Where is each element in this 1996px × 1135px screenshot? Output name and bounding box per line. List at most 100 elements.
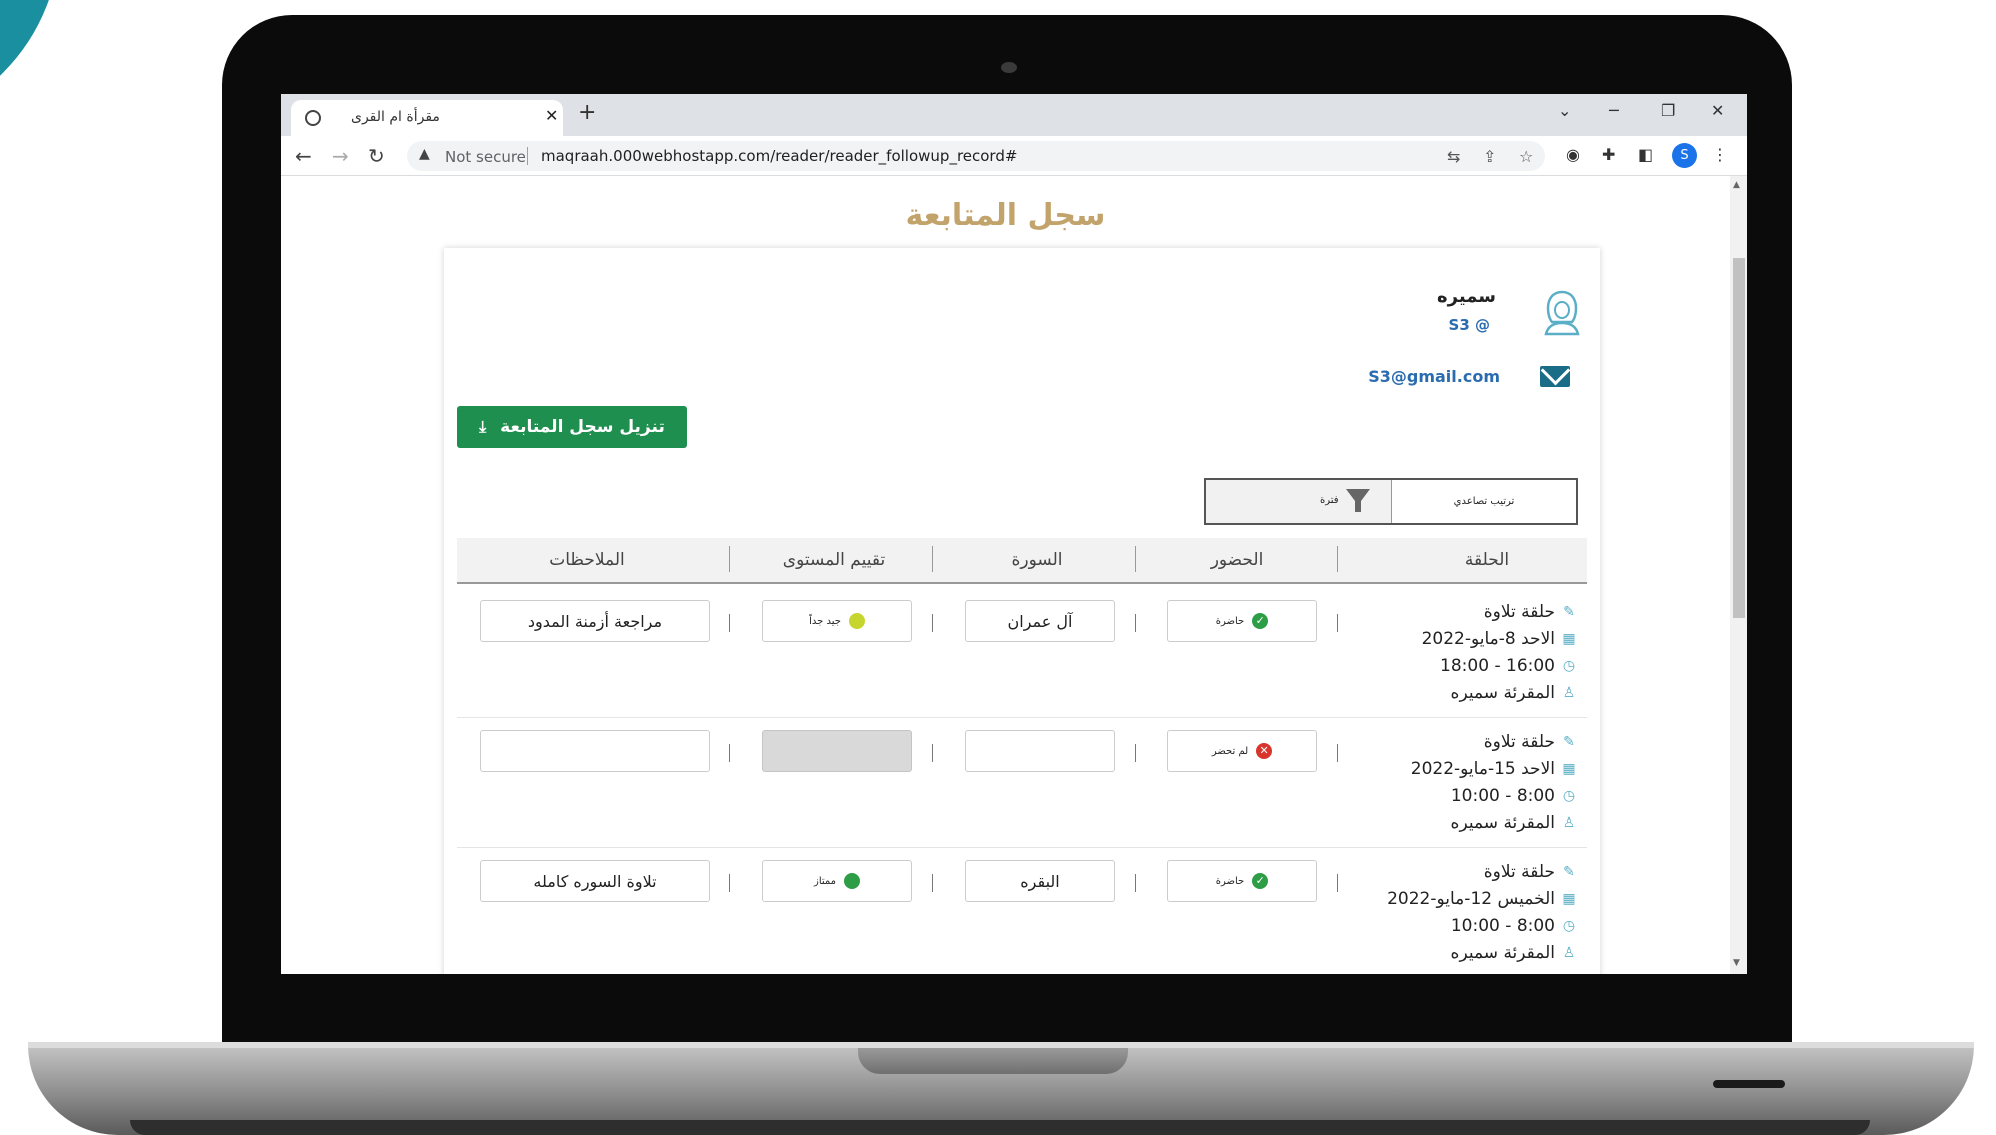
restore-icon[interactable]: ❐: [1661, 101, 1675, 120]
surah-field[interactable]: البقره: [965, 860, 1115, 902]
session-info: ✎ حلقة تلاوة ▦ الاحد 8-مايو-2022 ◷ 16:00 - …: [1377, 598, 1577, 706]
profile-avatar[interactable]: S: [1672, 143, 1697, 168]
column-divider: [1135, 874, 1136, 892]
calendar-icon: ▦: [1562, 630, 1576, 647]
column-divider: [1135, 744, 1136, 762]
new-tab-icon[interactable]: +: [578, 100, 596, 125]
browser-tab[interactable]: مقرأة ام القرى ✕: [291, 100, 563, 136]
level-field[interactable]: جيد جداً: [762, 600, 912, 642]
surah-field[interactable]: [965, 730, 1115, 772]
column-divider: [1337, 874, 1338, 892]
session-reader: المقرئة سميره: [1450, 682, 1555, 703]
download-button-label: تنزيل سجل المتابعة: [500, 417, 665, 437]
user-avatar-icon: [1542, 288, 1582, 336]
level-field-disabled: [762, 730, 912, 772]
header-attendance: الحضور: [1210, 550, 1264, 570]
level-field[interactable]: ممتاز: [762, 860, 912, 902]
column-divider: [1337, 744, 1338, 762]
session-reader: المقرئة سميره: [1450, 812, 1555, 833]
column-divider: [1337, 614, 1338, 632]
calendar-icon: ▦: [1562, 890, 1576, 907]
minimize-icon[interactable]: ─: [1609, 101, 1619, 120]
address-bar[interactable]: ▲ Not secure maqraah.000webhostapp.com/r…: [407, 141, 1545, 171]
surah-field[interactable]: آل عمران: [965, 600, 1115, 642]
absent-x-icon: ✕: [1256, 743, 1273, 759]
webcam: [1001, 62, 1017, 73]
session-info: ✎ حلقة تلاوة ▦ الاحد 15-مايو-2022 ◷ 8:00 - …: [1377, 728, 1577, 836]
session-time: 8:00 - 10:00: [1450, 785, 1555, 806]
browser-toolbar: ← → ↻ ▲ Not secure maqraah.000webhostapp…: [281, 136, 1747, 176]
warning-icon: ▲: [419, 146, 430, 162]
page-title: سجل المتابعة: [905, 198, 1106, 233]
header-divider: [729, 546, 730, 572]
extension-icon[interactable]: ◉: [1566, 145, 1580, 164]
translate-icon[interactable]: ⇆: [1447, 147, 1460, 166]
session-type: حلقة تلاوة: [1483, 601, 1555, 622]
scroll-up-icon[interactable]: ▲: [1733, 180, 1740, 190]
header-surah: السورة: [1011, 550, 1063, 570]
download-record-button[interactable]: تنزيل سجل المتابعة ⤓: [457, 406, 687, 448]
reload-icon[interactable]: ↻: [368, 144, 385, 168]
attendance-field[interactable]: حاضرة ✓: [1167, 600, 1317, 642]
not-secure-label: Not secure: [445, 148, 526, 166]
sort-select[interactable]: ترتيب تصاعدي: [1391, 480, 1576, 523]
user-email[interactable]: S3@gmail.com: [1368, 367, 1500, 386]
level-text: ممتاز: [813, 875, 837, 887]
download-icon: ⤓: [479, 417, 487, 436]
header-divider: [1337, 546, 1338, 572]
notes-field[interactable]: تلاوة السوره كامله: [480, 860, 710, 902]
laptop-notch: [858, 1048, 1128, 1074]
forward-icon[interactable]: →: [332, 144, 349, 168]
session-time: 16:00 - 18:00: [1440, 655, 1555, 676]
header-divider: [1135, 546, 1136, 572]
header-divider: [932, 546, 933, 572]
level-text: جيد جداً: [809, 615, 841, 627]
session-info: ✎ حلقة تلاوة ▦ الخميس 12-مايو-2022 ◷ 8:00 -…: [1377, 858, 1577, 966]
table-row: ✎ حلقة تلاوة ▦ الاحد 15-مايو-2022 ◷ 8:00 - …: [457, 718, 1587, 848]
attendance-field[interactable]: حاضرة ✓: [1167, 860, 1317, 902]
attendance-text: حاضرة: [1215, 615, 1245, 627]
tab-search-icon[interactable]: ⌄: [1558, 101, 1571, 120]
menu-kebab-icon[interactable]: ⋮: [1712, 145, 1728, 164]
notes-field[interactable]: مراجعة أزمنة المدود: [480, 600, 710, 642]
attendance-text: حاضرة: [1215, 875, 1245, 887]
column-divider: [1135, 614, 1136, 632]
scroll-down-icon[interactable]: ▼: [1733, 958, 1740, 968]
side-panel-icon[interactable]: ◧: [1638, 145, 1653, 164]
filter-period-label[interactable]: فترة: [1320, 495, 1339, 506]
share-icon[interactable]: ⇪: [1483, 147, 1496, 166]
address-separator: [527, 147, 528, 165]
filter-bar[interactable]: ترتيب تصاعدي فترة: [1204, 478, 1578, 525]
check-icon: ✓: [1252, 613, 1269, 629]
clock-icon: ◷: [1562, 917, 1576, 934]
tab-title: مقرأة ام القرى: [351, 109, 440, 125]
close-window-icon[interactable]: ✕: [1711, 101, 1724, 120]
book-icon: ✎: [1563, 863, 1575, 880]
url-text[interactable]: maqraah.000webhostapp.com/reader/reader_…: [541, 147, 1017, 165]
page-scrollbar[interactable]: ▲ ▼: [1730, 176, 1747, 974]
bookmark-star-icon[interactable]: ☆: [1519, 147, 1533, 166]
close-tab-icon[interactable]: ✕: [545, 106, 558, 125]
notes-field[interactable]: [480, 730, 710, 772]
user-name: سميره: [1437, 286, 1496, 307]
laptop-base-shadow: [130, 1120, 1870, 1135]
mail-icon: [1540, 366, 1570, 387]
book-icon: ✎: [1563, 603, 1575, 620]
session-date: الخميس 12-مايو-2022: [1387, 888, 1555, 909]
session-date: الاحد 15-مايو-2022: [1410, 758, 1555, 779]
session-date: الاحد 8-مايو-2022: [1421, 628, 1555, 649]
browser-window: مقرأة ام القرى ✕ + ⌄ ─ ❐ ✕ ← → ↻ ▲ Not s…: [281, 94, 1747, 974]
book-icon: ✎: [1563, 733, 1575, 750]
followup-card: سميره S3 @ S3@gmail.com تنزيل سجل المتاب…: [444, 248, 1600, 974]
session-type: حلقة تلاوة: [1483, 731, 1555, 752]
scroll-thumb[interactable]: [1733, 258, 1745, 618]
user-handle: S3 @: [1448, 316, 1490, 334]
back-icon[interactable]: ←: [295, 144, 312, 168]
puzzle-icon[interactable]: ✚: [1602, 145, 1615, 164]
session-type: حلقة تلاوة: [1483, 861, 1555, 882]
attendance-field[interactable]: لم تحضر ✕: [1167, 730, 1317, 772]
column-divider: [729, 744, 730, 762]
decorative-arc: [0, 0, 60, 130]
column-divider: [729, 614, 730, 632]
level-indicator: [848, 613, 865, 629]
